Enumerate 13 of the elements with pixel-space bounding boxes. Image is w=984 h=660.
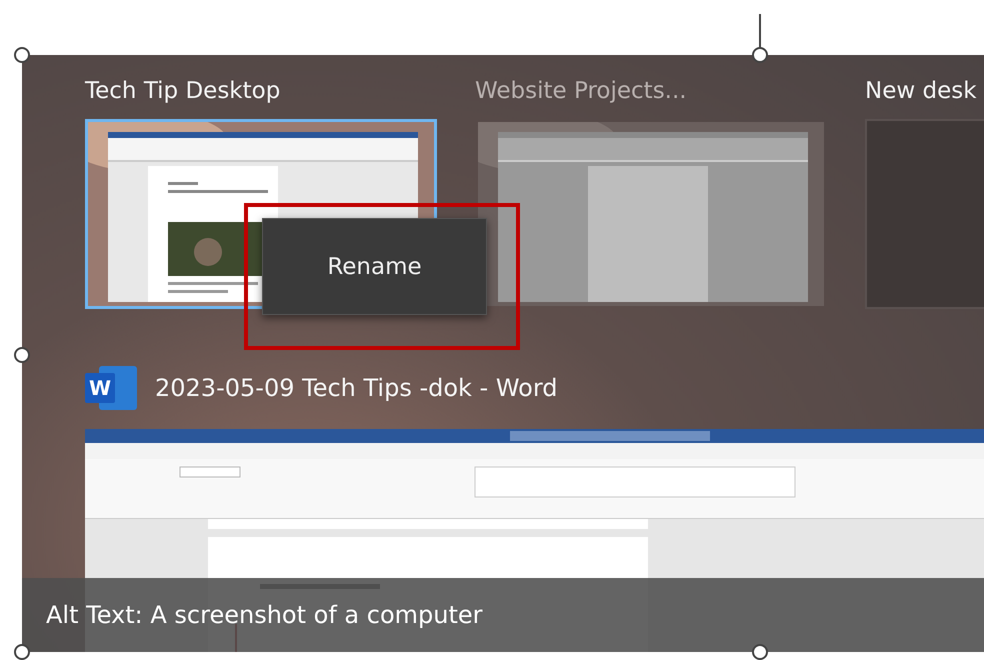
resize-handle[interactable] bbox=[14, 644, 30, 660]
rotate-line bbox=[759, 14, 761, 48]
resize-handle[interactable] bbox=[14, 347, 30, 363]
resize-handle[interactable] bbox=[752, 47, 768, 63]
desktop-label: Tech Tip Desktop bbox=[85, 77, 282, 106]
desktop-thumbnail[interactable] bbox=[475, 119, 827, 309]
resize-handle[interactable] bbox=[14, 47, 30, 63]
alt-text: Alt Text: A screenshot of a computer bbox=[46, 601, 482, 629]
desktop-label: Website Projects... bbox=[475, 77, 688, 106]
resize-handle[interactable] bbox=[752, 644, 768, 660]
window-title: 2023-05-09 Tech Tips -dok - Word bbox=[155, 374, 558, 402]
desktop-label: New desk bbox=[865, 77, 978, 106]
rename-menu-item[interactable]: Rename bbox=[307, 248, 442, 286]
